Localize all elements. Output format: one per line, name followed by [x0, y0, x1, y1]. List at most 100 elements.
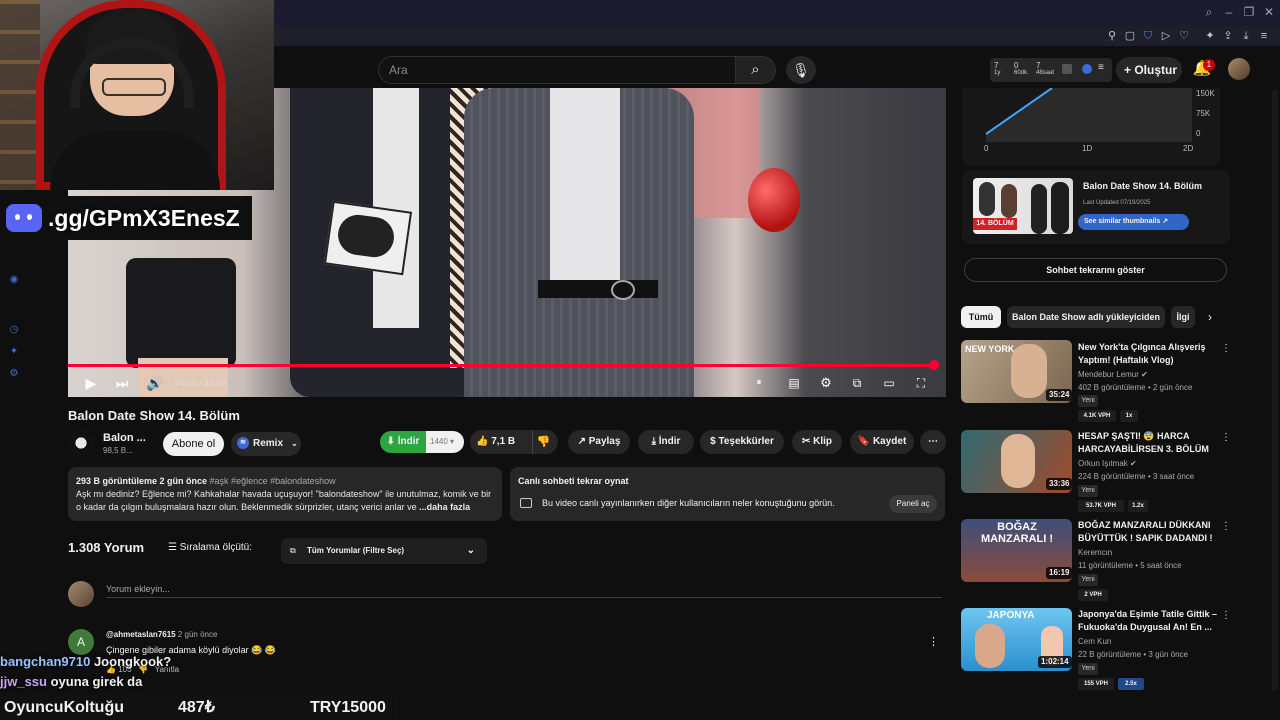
close-icon[interactable]: ✕: [1262, 5, 1276, 19]
extension-logo-icon[interactable]: [1082, 64, 1092, 74]
circle-icon[interactable]: ◉: [8, 274, 20, 286]
channel-avatar[interactable]: [68, 430, 94, 456]
chevron-right-icon[interactable]: ›: [1208, 310, 1220, 324]
subscribe-button[interactable]: Abone ol: [163, 432, 224, 456]
download-button[interactable]: ⤓ İndir: [638, 430, 694, 454]
theater-icon[interactable]: ▭: [880, 374, 898, 392]
rec-more-icon[interactable]: ⋮: [1221, 521, 1231, 533]
share-button[interactable]: ↗ Paylaş: [568, 430, 630, 454]
page-scrollbar[interactable]: [1272, 90, 1278, 690]
minimize-icon[interactable]: –: [1222, 5, 1236, 19]
remix-button[interactable]: ≋ Remix ⌄: [231, 432, 301, 456]
rec-new-badge: Yeni: [1078, 395, 1098, 407]
clock-icon[interactable]: ◷: [8, 324, 20, 336]
y-tick: 0: [1196, 129, 1201, 138]
search-input[interactable]: Ara: [378, 56, 736, 84]
rec-views: 224 B görüntüleme • 3 saat önce: [1078, 472, 1195, 481]
create-button[interactable]: + Oluştur: [1116, 57, 1182, 83]
rec-title[interactable]: New York'ta Çılgınca Alışveriş Yaptım! (…: [1078, 341, 1218, 367]
rec-thumb-person: [1001, 434, 1035, 488]
download-quality-select[interactable]: 1440 ▾: [426, 431, 464, 453]
like-button[interactable]: 👍 7,1 B: [476, 430, 520, 454]
puzzle-icon[interactable]: ✦: [1204, 30, 1216, 42]
comment-more-icon[interactable]: ⋮: [928, 635, 939, 649]
x-tick: 2D: [1183, 144, 1194, 153]
puzzle-icon[interactable]: ✦: [8, 346, 20, 358]
comment-filter-select[interactable]: Tüm Yorumlar (Filtre Seç) ⌄: [281, 538, 487, 564]
channel-name[interactable]: Balon ...: [103, 431, 153, 445]
heart-icon[interactable]: ♡: [1178, 30, 1190, 42]
share-label: Paylaş: [588, 436, 621, 447]
crop-icon[interactable]: ▢: [1124, 30, 1136, 42]
shield-icon[interactable]: ⛉: [1142, 30, 1154, 42]
similar-thumbnails-button[interactable]: See similar thumbnails ↗: [1078, 214, 1189, 230]
clip-button[interactable]: ✂ Klip: [792, 430, 842, 454]
search-icon[interactable]: ⌕: [1202, 5, 1216, 19]
chevron-down-icon: ⌄: [291, 439, 298, 448]
miniplayer-icon[interactable]: ⧉: [848, 374, 866, 392]
stats-widget[interactable]: 7 1y 0 60dk. 7 48saat ≡: [990, 58, 1112, 82]
chip-all[interactable]: Tümü: [961, 306, 1001, 328]
rec-channel[interactable]: Keremcın: [1078, 548, 1218, 558]
video-frame-belt: [538, 280, 658, 298]
rec-more-icon[interactable]: ⋮: [1221, 610, 1231, 622]
search-button[interactable]: ⌕: [736, 56, 776, 84]
rec-multiplier: 1x: [1120, 410, 1138, 422]
menu-icon[interactable]: ≡: [1098, 62, 1108, 76]
comment-username[interactable]: @ahmetaslan7615: [106, 630, 176, 639]
video-frame-shirt-2: [550, 88, 620, 288]
thumbnail-preview[interactable]: 14. BÖLÜM: [973, 178, 1073, 234]
comment-time[interactable]: 2 gün önce: [178, 630, 218, 639]
play-icon[interactable]: ▶: [84, 374, 98, 392]
chip-uploader[interactable]: Balon Date Show adlı yükleyiciden: [1007, 306, 1165, 328]
settings-icon[interactable]: ⚙: [817, 374, 835, 392]
more-actions-button[interactable]: ⋯: [920, 430, 946, 454]
sort-button[interactable]: ☰ Sıralama ölçütü:: [168, 541, 268, 555]
download-icon[interactable]: ⤓: [1240, 30, 1252, 42]
download-button-label: İndir: [658, 436, 681, 447]
rec-title[interactable]: HESAP ŞAŞTI! 😨 HARCA HARCAYABİLİRSEN 3. …: [1078, 430, 1218, 456]
subtitles-icon[interactable]: ▤: [785, 374, 803, 392]
next-icon[interactable]: ⏭: [114, 374, 130, 392]
left-rail: [0, 240, 28, 660]
grid-icon[interactable]: [1062, 64, 1072, 74]
rec-title[interactable]: BOĞAZ MANZARALI DÜKKANI BÜYÜTTÜK ! SAPIK…: [1078, 519, 1218, 545]
rec-more-icon[interactable]: ⋮: [1221, 432, 1231, 444]
show-chat-replay-button[interactable]: Sohbet tekrarını göster: [964, 258, 1227, 282]
play-extension-icon[interactable]: ▷: [1160, 30, 1172, 42]
save-button[interactable]: 🔖 Kaydet: [850, 430, 914, 454]
thumb-person: [1001, 184, 1017, 218]
thanks-button[interactable]: $ Teşekkürler: [700, 430, 784, 454]
hashtags[interactable]: #aşk #eğlence #balondateshow: [210, 476, 336, 486]
share-page-icon[interactable]: ⇪: [1222, 30, 1234, 42]
download-extension-button[interactable]: ⬇ İndir: [380, 431, 426, 453]
save-label: Kaydet: [872, 436, 907, 447]
dislike-button[interactable]: 👎: [532, 430, 554, 454]
chip-related[interactable]: İlgi: [1171, 306, 1195, 328]
rec-channel[interactable]: Orkun Işıtmak ✔: [1078, 459, 1218, 469]
progress-scrubber[interactable]: [928, 360, 939, 370]
rec-more-icon[interactable]: ⋮: [1221, 343, 1231, 355]
rec-title[interactable]: Japonya'da Eşimle Tatile Gittik – Fukuok…: [1078, 608, 1218, 634]
view-stats: 293 B görüntüleme 2 gün önce: [76, 476, 208, 486]
download-icon: ⤓: [651, 436, 656, 447]
restore-icon[interactable]: ❐: [1242, 5, 1256, 19]
show-more-link[interactable]: ...daha fazla: [419, 502, 470, 512]
rec-channel[interactable]: Cem Kun: [1078, 637, 1218, 647]
autoplay-toggle-icon[interactable]: ⏸: [748, 374, 770, 392]
account-avatar[interactable]: [1228, 58, 1250, 80]
live-chat-text: Bu video canlı yayınlanırken diğer kulla…: [542, 498, 835, 508]
download-arrow-icon: ⬇: [386, 436, 395, 447]
pin-icon[interactable]: ⚲: [1106, 30, 1118, 42]
chat-message: Joongkook?: [93, 654, 172, 669]
menu-icon[interactable]: ≡: [1258, 30, 1270, 42]
add-comment-input[interactable]: Yorum ekleyin...: [106, 580, 942, 598]
open-panel-button[interactable]: Paneli aç: [889, 495, 937, 513]
chevron-down-icon: ⌄: [466, 545, 475, 556]
remix-icon: ≋: [237, 437, 249, 450]
settings-icon[interactable]: ⚙: [8, 368, 20, 380]
volume-icon[interactable]: 🔊: [146, 374, 163, 392]
rec-channel[interactable]: Mendebur Lemur ✔: [1078, 370, 1218, 380]
voice-search-button[interactable]: 🎙: [786, 56, 816, 84]
fullscreen-icon[interactable]: ⛶: [912, 374, 930, 392]
